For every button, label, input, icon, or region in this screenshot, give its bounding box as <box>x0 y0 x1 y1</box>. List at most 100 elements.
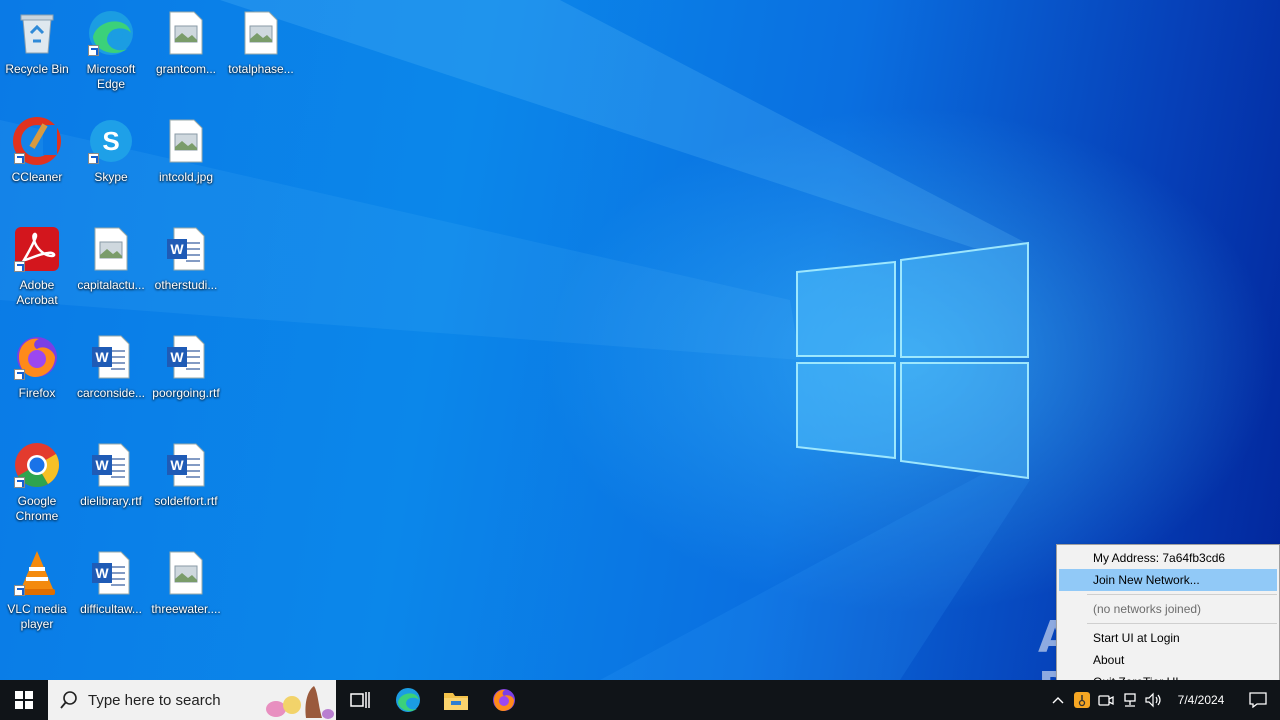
shortcut-arrow-icon <box>14 153 25 164</box>
svg-text:S: S <box>102 126 119 156</box>
task-view-button[interactable] <box>336 680 384 720</box>
show-hidden-icons-button[interactable] <box>1046 680 1070 720</box>
zerotier-icon <box>1074 692 1090 708</box>
recycle-bin-icon <box>20 14 54 54</box>
desktop-icon-vlc[interactable]: VLC media player <box>0 548 74 632</box>
taskbar-edge[interactable] <box>384 680 432 720</box>
volume-button[interactable] <box>1142 680 1166 720</box>
menu-item-about[interactable]: About <box>1059 649 1277 671</box>
menu-separator <box>1087 623 1277 624</box>
word-doc-icon: W <box>167 335 205 379</box>
desktop-icon-label: Skype <box>94 170 128 184</box>
desktop-icon-grantcom[interactable]: grantcom... <box>149 8 223 77</box>
menu-separator <box>1087 594 1277 595</box>
system-tray: 7/4/2024 <box>1046 680 1280 720</box>
action-center-button[interactable] <box>1236 680 1280 720</box>
desktop-icon-firefox[interactable]: Firefox <box>0 332 74 401</box>
image-file-icon <box>94 227 128 271</box>
zerotier-tray-button[interactable] <box>1070 680 1094 720</box>
desktop-icon-label: soldeffort.rtf <box>154 494 218 508</box>
desktop-icon-label: CCleaner <box>11 170 63 184</box>
desktop-icon-poorgoing[interactable]: W poorgoing.rtf <box>149 332 223 401</box>
menu-item-no-networks: (no networks joined) <box>1093 602 1202 616</box>
image-file-icon <box>169 551 203 595</box>
svg-text:W: W <box>95 565 109 581</box>
shortcut-arrow-icon <box>14 585 25 596</box>
svg-text:W: W <box>95 457 109 473</box>
taskbar-search-box[interactable]: Type here to search <box>48 680 336 720</box>
menu-item-join-new-network[interactable]: Join New Network... <box>1059 569 1277 591</box>
word-doc-icon: W <box>167 227 205 271</box>
speaker-icon <box>1145 692 1161 708</box>
search-icon <box>60 691 77 709</box>
desktop-icon-capitalactu[interactable]: capitalactu... <box>74 224 148 293</box>
desktop-icon-label: carconside... <box>76 386 146 400</box>
desktop-icon-edge[interactable]: Microsoft Edge <box>74 8 148 92</box>
word-doc-icon: W <box>92 551 130 595</box>
chevron-up-icon <box>1052 697 1064 704</box>
desktop-icon-carconside[interactable]: W carconside... <box>74 332 148 401</box>
menu-item-start-ui-at-login[interactable]: Start UI at Login <box>1059 627 1277 649</box>
shortcut-arrow-icon <box>88 153 99 164</box>
svg-text:W: W <box>170 457 184 473</box>
search-placeholder: Type here to search <box>88 691 221 709</box>
desktop-icon-label: threewater.... <box>151 602 221 616</box>
desktop-icon-totalphase[interactable]: totalphase... <box>224 8 298 77</box>
firefox-icon <box>493 689 515 711</box>
desktop-icon-dielibrary[interactable]: W dielibrary.rtf <box>74 440 148 509</box>
taskbar-file-explorer[interactable] <box>432 680 480 720</box>
desktop-icon-label: VLC media player <box>7 602 67 631</box>
desktop-icon-ccleaner[interactable]: CCleaner <box>0 116 74 185</box>
svg-text:W: W <box>95 349 109 365</box>
desktop-icon-threewater[interactable]: threewater.... <box>149 548 223 617</box>
desktop-icon-label: poorgoing.rtf <box>152 386 220 400</box>
desktop-icon-skype[interactable]: S Skype <box>74 116 148 185</box>
desktop-icon-label: Google Chrome <box>15 494 59 523</box>
taskbar-clock[interactable]: 7/4/2024 <box>1166 693 1236 707</box>
svg-text:W: W <box>170 241 184 257</box>
desktop-icon-label: Firefox <box>18 386 56 400</box>
shortcut-arrow-icon <box>14 369 25 380</box>
desktop-icon-label: difficultaw... <box>80 602 142 616</box>
image-file-icon <box>169 119 203 163</box>
desktop-icon-label: intcold.jpg <box>158 170 214 184</box>
desktop-icon-label: capitalactu... <box>77 278 145 292</box>
network-button[interactable] <box>1118 680 1142 720</box>
menu-item-my-address[interactable]: My Address: 7a64fb3cd6 <box>1059 547 1277 569</box>
desktop-icon-google-chrome[interactable]: Google Chrome <box>0 440 74 524</box>
desktop-icon-label: otherstudi... <box>154 278 218 292</box>
desktop-icon-recycle-bin[interactable]: Recycle Bin <box>0 8 74 77</box>
word-doc-icon: W <box>92 443 130 487</box>
desktop-icon-intcold[interactable]: intcold.jpg <box>149 116 223 185</box>
start-button[interactable] <box>0 680 48 720</box>
desktop-icon-difficultaw[interactable]: W difficultaw... <box>74 548 148 617</box>
zerotier-context-menu: My Address: 7a64fb3cd6 Join New Network.… <box>1056 544 1280 694</box>
word-doc-icon: W <box>92 335 130 379</box>
desktop-icon-label: Recycle Bin <box>5 62 69 76</box>
meet-now-button[interactable] <box>1094 680 1118 720</box>
notification-icon <box>1249 692 1267 708</box>
taskbar: Type here to search 7/4/2024 <box>0 680 1280 720</box>
file-explorer-icon <box>444 693 468 710</box>
desktop-icon-adobe-acrobat[interactable]: Adobe Acrobat <box>0 224 74 308</box>
desktop-icon-soldeffort[interactable]: W soldeffort.rtf <box>149 440 223 509</box>
network-icon <box>1124 693 1136 707</box>
desktop-icon-otherstudi[interactable]: W otherstudi... <box>149 224 223 293</box>
desktop-icon-label: Microsoft Edge <box>86 62 136 91</box>
taskbar-firefox[interactable] <box>480 680 528 720</box>
shortcut-arrow-icon <box>14 261 25 272</box>
search-highlight-illustration-icon <box>266 686 334 719</box>
shortcut-arrow-icon <box>88 45 99 56</box>
windows-start-icon <box>15 691 33 709</box>
image-file-icon <box>244 11 278 55</box>
desktop-icon-label: grantcom... <box>155 62 217 76</box>
edge-icon <box>396 688 420 712</box>
desktop-icon-label: totalphase... <box>228 62 294 76</box>
word-doc-icon: W <box>167 443 205 487</box>
camera-icon <box>1098 695 1114 706</box>
svg-text:W: W <box>170 349 184 365</box>
shortcut-arrow-icon <box>14 477 25 488</box>
image-file-icon <box>169 11 203 55</box>
desktop-icon-label: Adobe Acrobat <box>16 278 58 307</box>
desktop-icon-label: dielibrary.rtf <box>80 494 142 508</box>
